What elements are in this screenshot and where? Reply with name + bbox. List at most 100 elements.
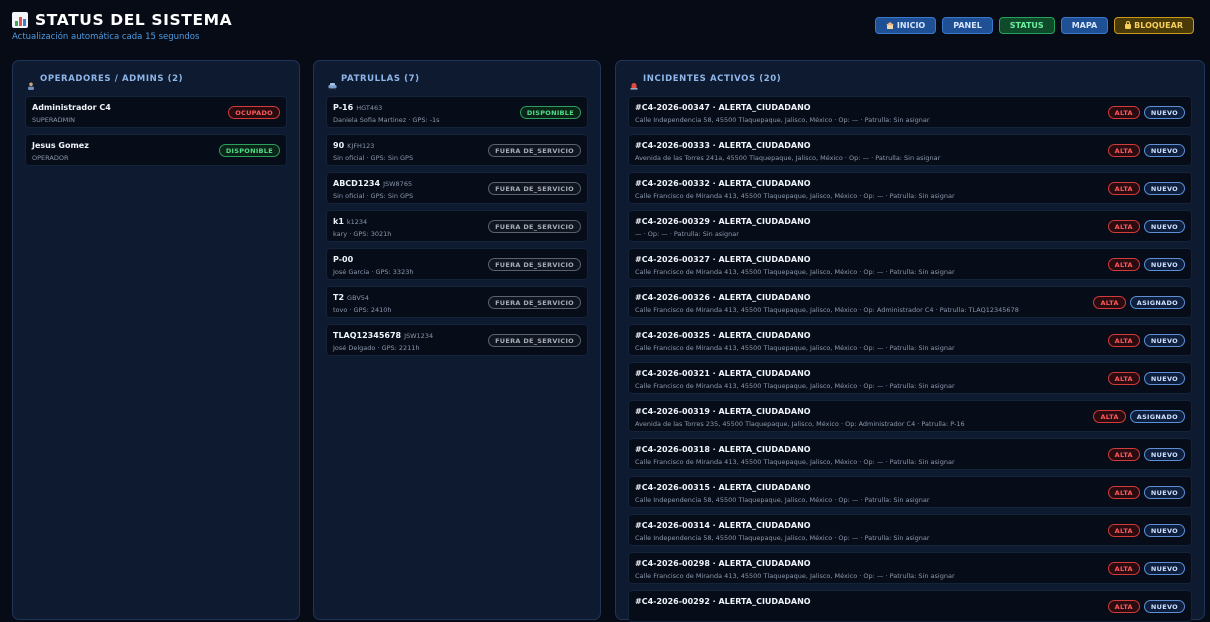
incident-card[interactable]: #C4-2026-00314 · ALERTA_CIUDADANO Calle I… xyxy=(628,514,1192,546)
incident-detail: Calle Independencia 58, 45500 Tlaquepaqu… xyxy=(635,534,930,542)
patrol-card[interactable]: 90 KJFH123 Sin oficial · GPS: Sin GPS FUERA… xyxy=(326,134,588,166)
incident-title: #C4-2026-00327 · ALERTA_CIUDADANO xyxy=(635,255,811,264)
car-icon xyxy=(328,75,337,90)
incident-badges: ALTA NUEVO xyxy=(1107,334,1185,347)
incident-card[interactable]: #C4-2026-00332 · ALERTA_CIUDADANO Calle F… xyxy=(628,172,1192,204)
patrol-plate: GBV54 xyxy=(347,294,370,302)
patrol-name: P-00 xyxy=(333,255,354,264)
patrol-card[interactable]: T2 GBV54 tovo · GPS: 2410h FUERA DE_SERVICI… xyxy=(326,286,588,318)
incident-detail: Calle Francisco de Miranda 413, 45500 Tl… xyxy=(635,344,955,352)
refresh-note: Actualización automática cada 15 segundo… xyxy=(12,32,200,42)
nav-bar: INICIO PANEL STATUS MAPA BLOQUEAR xyxy=(874,17,1194,34)
incident-title: #C4-2026-00321 · ALERTA_CIUDADANO xyxy=(635,369,811,378)
incident-card[interactable]: #C4-2026-00292 · ALERTA_CIUDADANO ALTA NUE… xyxy=(628,590,1192,622)
incident-card[interactable]: #C4-2026-00333 · ALERTA_CIUDADANO Avenida… xyxy=(628,134,1192,166)
priority-badge: ALTA xyxy=(1093,410,1126,423)
incident-title: #C4-2026-00298 · ALERTA_CIUDADANO xyxy=(635,559,811,568)
state-badge: NUEVO xyxy=(1143,106,1185,119)
patrol-card[interactable]: TLAQ12345678 JSW1234 José Delgado · GPS: 2… xyxy=(326,324,588,356)
incident-card[interactable]: #C4-2026-00318 · ALERTA_CIUDADANO Calle F… xyxy=(628,438,1192,470)
patrol-card[interactable]: k1 k1234 kary · GPS: 3021h FUERA DE_SERVICI… xyxy=(326,210,588,242)
status-badge: FUERA DE_SERVICIO xyxy=(488,296,581,309)
person-icon xyxy=(27,75,35,90)
priority-badge: ALTA xyxy=(1107,524,1140,537)
incident-card[interactable]: #C4-2026-00326 · ALERTA_CIUDADANO Calle F… xyxy=(628,286,1192,318)
operator-role: SUPERADMIN xyxy=(32,116,76,124)
state-badge: NUEVO xyxy=(1143,486,1185,499)
incident-card[interactable]: #C4-2026-00319 · ALERTA_CIUDADANO Avenida… xyxy=(628,400,1192,432)
patrol-card[interactable]: P-00 José Garcia · GPS: 3323h FUERA DE_SER… xyxy=(326,248,588,280)
priority-badge: ALTA xyxy=(1093,296,1126,309)
incident-badges: ALTA NUEVO xyxy=(1107,106,1185,119)
incident-detail: Calle Francisco de Miranda 413, 45500 Tl… xyxy=(635,192,955,200)
state-badge: NUEVO xyxy=(1143,524,1185,537)
incident-badges: ALTA NUEVO xyxy=(1107,524,1185,537)
priority-badge: ALTA xyxy=(1107,106,1140,119)
incident-card[interactable]: #C4-2026-00329 · ALERTA_CIUDADANO — · Op:… xyxy=(628,210,1192,242)
incident-badges: ALTA NUEVO xyxy=(1107,182,1185,195)
priority-badge: ALTA xyxy=(1107,448,1140,461)
patrol-detail: José Garcia · GPS: 3323h xyxy=(333,268,414,276)
incident-card[interactable]: #C4-2026-00321 · ALERTA_CIUDADANO Calle F… xyxy=(628,362,1192,394)
incident-title: #C4-2026-00329 · ALERTA_CIUDADANO xyxy=(635,217,811,226)
operator-name: Administrador C4 xyxy=(32,103,111,112)
incident-detail: Calle Francisco de Miranda 413, 45500 Tl… xyxy=(635,268,955,276)
status-badge: FUERA DE_SERVICIO xyxy=(488,182,581,195)
patrol-card[interactable]: ABCD1234 JSW8765 Sin oficial · GPS: Sin GP… xyxy=(326,172,588,204)
incident-detail: Calle Independencia 58, 45500 Tlaquepaqu… xyxy=(635,116,930,124)
incident-badges: ALTA NUEVO xyxy=(1107,258,1185,271)
operator-name: Jesus Gomez xyxy=(32,141,89,150)
incident-title: #C4-2026-00315 · ALERTA_CIUDADANO xyxy=(635,483,811,492)
panel-button[interactable]: PANEL xyxy=(942,17,993,34)
patrol-plate: JSW1234 xyxy=(404,332,434,340)
incidents-panel: INCIDENTES ACTIVOS (20) #C4-2026-00347 ·… xyxy=(615,60,1205,622)
state-badge: NUEVO xyxy=(1143,220,1185,233)
operator-card[interactable]: Jesus Gomez OPERADOR DISPONIBLE xyxy=(25,134,287,166)
incident-detail: Calle Independencia 58, 45500 Tlaquepaqu… xyxy=(635,496,930,504)
home-button[interactable]: INICIO xyxy=(874,17,937,34)
siren-icon xyxy=(630,75,638,90)
incident-card[interactable]: #C4-2026-00315 · ALERTA_CIUDADANO Calle I… xyxy=(628,476,1192,508)
incident-title: #C4-2026-00318 · ALERTA_CIUDADANO xyxy=(635,445,811,454)
incident-title: #C4-2026-00347 · ALERTA_CIUDADANO xyxy=(635,103,811,112)
incident-title: #C4-2026-00326 · ALERTA_CIUDADANO xyxy=(635,293,811,302)
incident-badges: ALTA NUEVO xyxy=(1107,372,1185,385)
priority-badge: ALTA xyxy=(1107,334,1140,347)
incident-card[interactable]: #C4-2026-00347 · ALERTA_CIUDADANO Calle I… xyxy=(628,96,1192,128)
priority-badge: ALTA xyxy=(1107,258,1140,271)
patrol-name: P-16 HGT463 xyxy=(333,103,383,112)
patrol-name: T2 GBV54 xyxy=(333,293,370,302)
state-badge: NUEVO xyxy=(1143,144,1185,157)
state-badge: NUEVO xyxy=(1143,372,1185,385)
state-badge: ASIGNADO xyxy=(1129,296,1185,309)
incident-badges: ALTA ASIGNADO xyxy=(1093,410,1185,423)
patrol-card[interactable]: P-16 HGT463 Daniela Sofia Martinez · GPS: … xyxy=(326,96,588,128)
map-button[interactable]: MAPA xyxy=(1060,17,1109,34)
priority-badge: ALTA xyxy=(1107,372,1140,385)
lock-button[interactable]: BLOQUEAR xyxy=(1114,17,1194,34)
status-badge: FUERA DE_SERVICIO xyxy=(488,220,581,233)
operators-panel: OPERADORES / ADMINS (2) Administrador C4… xyxy=(12,60,300,620)
patrols-panel: PATRULLAS (7) P-16 HGT463 Daniela Sofia Ma… xyxy=(313,60,601,620)
patrol-name: ABCD1234 JSW8765 xyxy=(333,179,413,188)
incident-badges: ALTA NUEVO xyxy=(1107,562,1185,575)
page-title: STATUS DEL SISTEMA xyxy=(35,11,233,29)
incident-card[interactable]: #C4-2026-00327 · ALERTA_CIUDADANO Calle F… xyxy=(628,248,1192,280)
status-badge: OCUPADO xyxy=(228,106,280,119)
state-badge: NUEVO xyxy=(1143,448,1185,461)
patrol-plate: KJFH123 xyxy=(347,142,375,150)
patrol-plate: HGT463 xyxy=(356,104,383,112)
status-badge: FUERA DE_SERVICIO xyxy=(488,144,581,157)
incident-card[interactable]: #C4-2026-00298 · ALERTA_CIUDADANO Calle F… xyxy=(628,552,1192,584)
incident-badges: ALTA NUEVO xyxy=(1107,448,1185,461)
status-badge: FUERA DE_SERVICIO xyxy=(488,334,581,347)
state-badge: NUEVO xyxy=(1143,182,1185,195)
incident-badges: ALTA NUEVO xyxy=(1107,486,1185,499)
state-badge: NUEVO xyxy=(1143,562,1185,575)
patrol-detail: Sin oficial · GPS: Sin GPS xyxy=(333,154,414,162)
incident-card[interactable]: #C4-2026-00325 · ALERTA_CIUDADANO Calle F… xyxy=(628,324,1192,356)
operator-card[interactable]: Administrador C4 SUPERADMIN OCUPADO xyxy=(25,96,287,128)
patrol-detail: kary · GPS: 3021h xyxy=(333,230,392,238)
status-button[interactable]: STATUS xyxy=(998,17,1055,34)
status-badge: DISPONIBLE xyxy=(218,144,280,157)
